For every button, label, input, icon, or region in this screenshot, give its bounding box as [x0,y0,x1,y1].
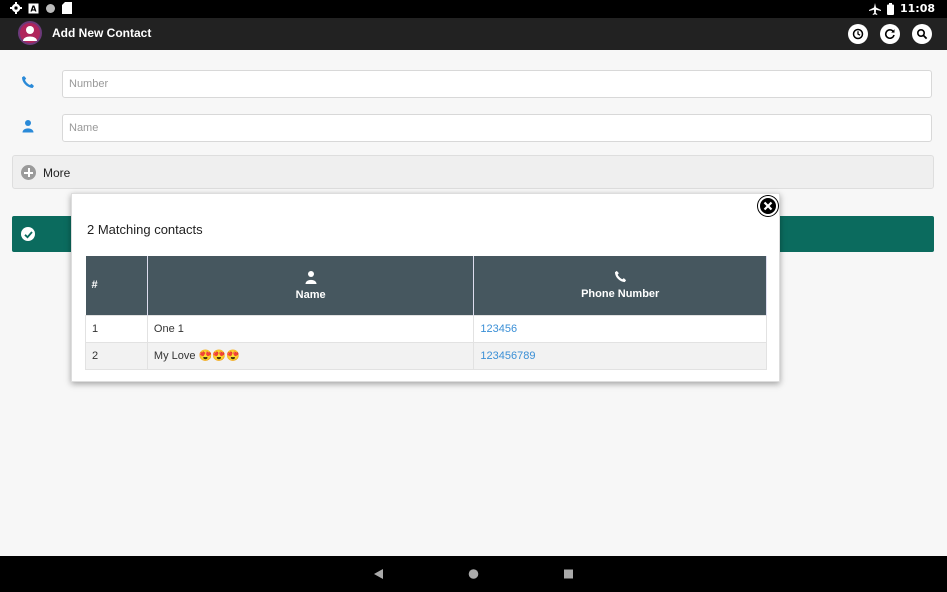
back-icon[interactable] [373,568,384,580]
row-index: 1 [85,314,148,343]
plus-circle-icon [21,165,36,180]
status-bar: A 11:08 [0,0,947,18]
search-button[interactable] [912,24,932,44]
circle-icon [46,3,55,13]
person-icon [22,120,34,133]
row-name: My Love 😍😍😍 [146,341,475,370]
a-icon: A [28,3,39,13]
row-name: One 1 [146,314,475,343]
history-button[interactable] [848,24,868,44]
history-icon [852,28,864,40]
refresh-icon [884,29,895,39]
column-index: # [85,256,148,315]
row-phone-link[interactable]: 123456 [473,314,767,343]
number-placeholder: Number [69,78,109,90]
column-phone: Phone Number [473,256,767,315]
phone-icon [22,76,34,88]
table-header-row: # Name Phone Number [85,256,767,315]
battery-icon [886,2,894,15]
recents-icon[interactable] [563,568,574,580]
column-name-label: Name [295,288,326,301]
row-index: 2 [85,341,148,370]
navigation-bar [0,556,947,592]
gear-icon [10,2,22,14]
avatar[interactable] [18,21,42,45]
phone-icon [614,271,626,283]
close-icon [763,201,773,211]
name-input[interactable]: Name [62,114,932,142]
dialog-title: 2 Matching contacts [87,222,203,237]
app-bar: Add New Contact [0,18,947,50]
close-button[interactable] [758,196,778,216]
clock-time: 11:08 [899,2,935,15]
row-phone-link[interactable]: 123456789 [473,341,767,370]
table-row[interactable]: 1 One 1 123456 [85,314,767,343]
airplane-icon [868,2,881,15]
more-label: More [43,166,71,180]
number-input[interactable]: Number [62,70,932,98]
home-icon[interactable] [468,568,479,580]
more-toggle[interactable]: More [12,155,934,189]
search-icon [916,28,928,40]
table-row[interactable]: 2 My Love 😍😍😍 123456789 [85,341,767,370]
column-name: Name [147,256,475,315]
contacts-table: # Name Phone Number 1 One 1 123456 2 My … [85,256,767,370]
user-icon [23,26,37,41]
check-icon [21,227,35,241]
sd-card-icon [62,2,72,14]
svg-text:A: A [30,4,37,13]
name-placeholder: Name [69,122,99,134]
person-icon [305,270,317,284]
matching-contacts-dialog: 2 Matching contacts # Name Phone Number … [71,193,780,382]
page-title: Add New Contact [52,26,152,40]
refresh-button[interactable] [880,24,900,44]
column-phone-label: Phone Number [581,288,660,301]
